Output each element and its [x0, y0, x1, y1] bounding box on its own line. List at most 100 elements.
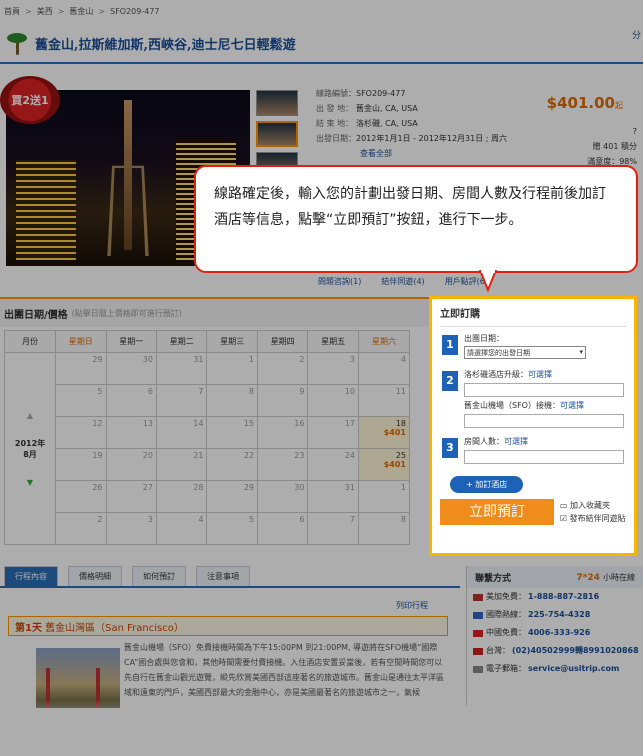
price-side-info: ? 贈 401 積分 滿意度：98% — [587, 124, 637, 169]
calendar-day: 23 — [256, 448, 309, 481]
tab-companions[interactable]: 結伴同遊(4) — [381, 276, 424, 287]
book-now-button[interactable]: 立即預訂 — [440, 499, 554, 525]
calendar-day: 16 — [256, 416, 309, 449]
contact-row: 國際熱線： 225-754-4328 — [467, 606, 643, 624]
calendar-header-cell: 星期三 — [206, 330, 258, 353]
calendar-day: 17 — [307, 416, 359, 449]
calendar-day: 21 — [155, 448, 208, 481]
itinerary-tabs: 行程內容 價格明細 如何預訂 注意事項 — [0, 566, 460, 588]
booking-panel: 立即訂購 1 出團日期： 請選擇您的出發日期 ▾ 2 洛杉磯酒店升級：可選擇 舊金… — [429, 296, 637, 556]
thumbnail[interactable] — [256, 121, 298, 147]
golden-gate-photo — [36, 648, 120, 708]
tab-itinerary[interactable]: 行程內容 — [4, 566, 58, 586]
calendar-day: 20 — [105, 448, 157, 481]
calendar-day: 7 — [307, 512, 359, 545]
step-2: 2 洛杉磯酒店升級：可選擇 舊金山機場（SFO）接機：可選擇 — [440, 369, 626, 428]
next-month-arrow[interactable]: ▼ — [8, 478, 52, 487]
calendar-day: 6 — [256, 512, 309, 545]
tab-how-to-book[interactable]: 如何預訂 — [132, 566, 186, 586]
breadcrumb: 首頁 > 美西 > 舊金山 > SFO209-477 — [4, 6, 160, 17]
flag-icon — [473, 647, 483, 655]
breadcrumb-home[interactable]: 首頁 — [4, 6, 20, 17]
calendar-day-available[interactable]: 18 $401 — [357, 416, 411, 449]
calendar-day: 11 — [357, 384, 411, 417]
calendar-day: 31 — [155, 352, 208, 385]
palm-tree-icon — [3, 29, 31, 57]
room-guests-field[interactable] — [464, 450, 624, 464]
calendar-header-cell: 星期日 — [55, 330, 107, 353]
airport-pickup-field[interactable] — [464, 414, 624, 428]
tab-notes[interactable]: 注意事項 — [196, 566, 250, 586]
tab-questions[interactable]: 問題咨詢(1) — [318, 276, 361, 287]
add-hotel-button[interactable]: + 加訂酒店 — [450, 476, 524, 493]
chevron-down-icon: ▾ — [579, 348, 583, 356]
page-title: 舊金山,拉斯維加斯,西峽谷,迪士尼七日輕鬆遊 — [35, 37, 296, 53]
calendar-header-cell: 星期六 — [357, 330, 411, 353]
day-1-description: 舊金山機場（SFO）免費接機時間為下午15:00PM 到21:00PM, 導遊將… — [124, 643, 444, 697]
calendar-day: 1 — [206, 352, 258, 385]
page-fade — [0, 700, 643, 756]
print-itinerary-link[interactable]: 列印行程 — [396, 600, 428, 611]
calendar-day: 3 — [307, 352, 359, 385]
checkbox-icon: ☑ — [559, 514, 568, 523]
price: $401.00起 — [546, 94, 623, 112]
step-number: 3 — [442, 438, 458, 458]
tab-price-details[interactable]: 價格明細 — [68, 566, 122, 586]
breadcrumb-region[interactable]: 美西 — [37, 6, 53, 17]
calendar-day: 2 — [55, 512, 107, 545]
calendar-day: 15 — [206, 416, 258, 449]
post-companion-link[interactable]: ☑ 發布結伴同遊貼 — [560, 512, 626, 525]
calendar-day: 19 — [55, 448, 107, 481]
calendar-day: 8 — [357, 512, 411, 545]
calendar-day: 27 — [105, 480, 157, 513]
calendar-header-cell: 月份 — [3, 330, 57, 353]
calendar-day: 30 — [256, 480, 309, 513]
calendar-day: 29 — [206, 480, 258, 513]
calendar-day: 7 — [155, 384, 208, 417]
flag-icon — [473, 593, 483, 601]
step-number: 1 — [442, 335, 458, 355]
thumbnail[interactable] — [256, 90, 298, 116]
calendar-day: 13 — [105, 416, 157, 449]
day-1-header: 第1天 舊金山灣區（San Francisco） — [8, 616, 448, 636]
share-button[interactable]: 分 — [632, 28, 641, 41]
room-guests-option-link[interactable]: 可選擇 — [504, 437, 528, 446]
view-all-link[interactable]: 查看全部 — [360, 149, 392, 158]
airport-pickup-option-link[interactable]: 可選擇 — [560, 401, 584, 410]
hotel-upgrade-field[interactable] — [464, 383, 624, 397]
calendar-day: 28 — [155, 480, 208, 513]
contact-row: 電子郵箱： service@usitrip.com — [467, 660, 643, 678]
calendar-day: 8 — [206, 384, 258, 417]
calendar-header-cell: 星期一 — [105, 330, 157, 353]
step-3: 3 房間人數：可選擇 — [440, 436, 626, 464]
calendar-header-cell: 星期四 — [256, 330, 309, 353]
product-info: 線路編號：SFO209-477 出 發 地： 舊金山, CA, USA 結 束 地… — [316, 89, 508, 158]
calendar-day: 6 — [105, 384, 157, 417]
flag-icon — [473, 629, 483, 637]
calendar-header-cell: 星期二 — [155, 330, 208, 353]
step-1: 1 出團日期： 請選擇您的出發日期 ▾ — [440, 333, 626, 359]
calendar-day: 9 — [256, 384, 309, 417]
calendar-day: 26 — [55, 480, 107, 513]
instruction-bubble: 線路確定後，輸入您的計劃出發日期、房間人數及行程前後加訂酒店等信息，點擊“立即預… — [194, 165, 638, 273]
contact-row: 中國免費： 4006-333-926 — [467, 624, 643, 642]
calendar-day: 4 — [155, 512, 208, 545]
hotel-upgrade-option-link[interactable]: 可選擇 — [528, 370, 552, 379]
calendar-day: 12 — [55, 416, 107, 449]
calendar-header: 出團日期/價格 (點擊日曆上價格即可進行預訂) — [0, 297, 430, 327]
contact-row: 美加免費： 1-888-887-2816 — [467, 588, 643, 606]
calendar-day: 29 — [55, 352, 107, 385]
calendar-day: 2 — [256, 352, 309, 385]
calendar-day: 4 — [357, 352, 411, 385]
prev-month-arrow[interactable]: ▲ — [8, 411, 52, 420]
contact-panel: 聯繫方式 7*24 小時在線 美加免費： 1-888-887-2816 國際熱線： 22… — [466, 566, 643, 706]
step-number: 2 — [442, 371, 458, 391]
departure-date-select[interactable]: 請選擇您的出發日期 ▾ — [464, 346, 586, 359]
price-note[interactable]: ? — [587, 124, 637, 139]
breadcrumb-city[interactable]: 舊金山 — [69, 6, 93, 17]
breadcrumb-code: SFO209-477 — [110, 6, 160, 16]
flag-icon — [473, 665, 483, 673]
calendar-day-available[interactable]: 25 $401 — [357, 448, 411, 481]
departure-calendar: 月份 星期日 星期一 星期二 星期三 星期四 星期五 星期六 ▲ 2012年 8月 ▼ 29 30 31 1 2… — [3, 330, 411, 545]
add-favorite-link[interactable]: ▭ 加入收藏夾 — [560, 499, 626, 512]
